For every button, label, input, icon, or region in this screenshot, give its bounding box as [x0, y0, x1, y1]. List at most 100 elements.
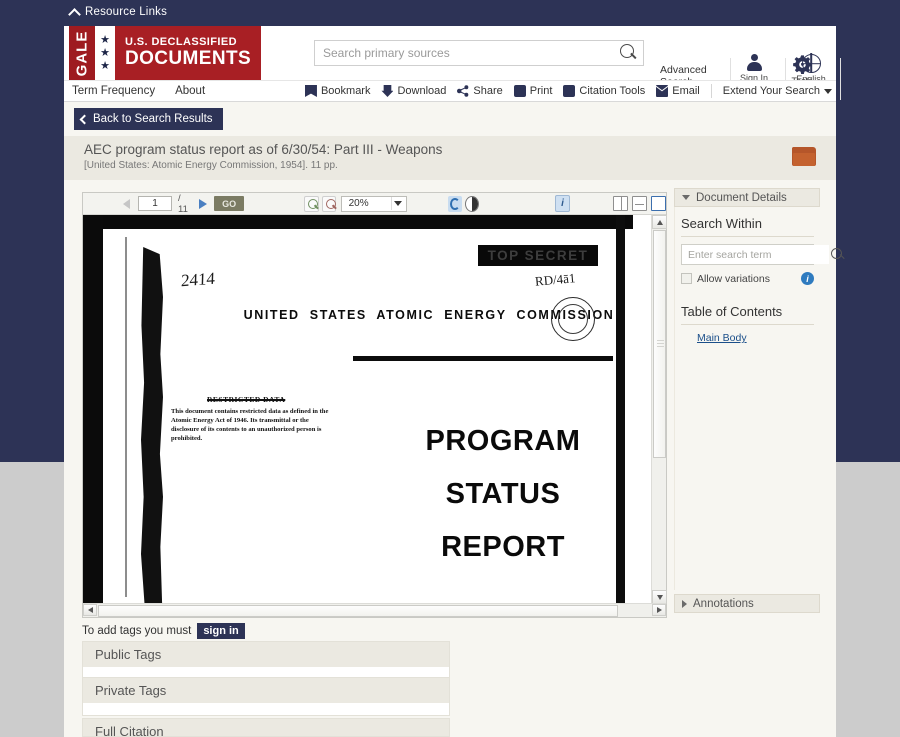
- scan-right-edge: [616, 215, 625, 604]
- scan-left-edge: [83, 215, 103, 604]
- search-within-title: Search Within: [681, 213, 814, 237]
- scrollbar-grip: [657, 340, 664, 348]
- share-label: Share: [473, 85, 503, 97]
- chevron-left-icon: [79, 114, 90, 124]
- bookmark-button[interactable]: Bookmark: [304, 85, 371, 97]
- bookmark-label: Bookmark: [320, 85, 371, 97]
- fit-page-icon[interactable]: [651, 196, 666, 211]
- document-details-header[interactable]: Document Details: [674, 188, 820, 207]
- arrow-left-icon: [87, 607, 93, 613]
- full-citation-title[interactable]: Full Citation: [83, 719, 449, 736]
- contrast-icon[interactable]: [465, 195, 480, 212]
- print-button[interactable]: Print: [513, 85, 552, 97]
- document-details-panel: Document Details Search Within Allow var…: [674, 188, 842, 613]
- private-tags-body: [83, 703, 449, 715]
- share-button[interactable]: Share: [457, 85, 503, 97]
- go-button[interactable]: GO: [214, 196, 245, 211]
- zoom-out-icon[interactable]: [321, 195, 336, 212]
- logo-gale-block: GALE: [69, 26, 95, 80]
- public-tags-title[interactable]: Public Tags: [83, 642, 449, 667]
- term-frequency-link[interactable]: Term Frequency: [72, 85, 155, 97]
- download-button[interactable]: Download: [381, 85, 446, 97]
- header-divider: [840, 58, 841, 100]
- vertical-scrollbar-thumb[interactable]: [653, 230, 666, 458]
- zoom-in-icon[interactable]: [304, 195, 319, 212]
- extend-your-search-menu[interactable]: Extend Your Search: [723, 85, 832, 97]
- email-button[interactable]: Email: [655, 85, 700, 97]
- logo-line-2: DOCUMENTS: [125, 48, 252, 69]
- zoom-level-value: 20%: [348, 198, 369, 209]
- logo-stars: ★ ★ ★: [95, 26, 115, 80]
- allow-variations-row: Allow variations: [681, 272, 814, 285]
- sign-in-link[interactable]: sign in: [197, 623, 245, 639]
- citation-tools-label: Citation Tools: [579, 85, 646, 97]
- document-utility-bar: Term Frequency About Bookmark Download S…: [64, 80, 836, 102]
- scan-title-line-3: REPORT: [441, 531, 565, 563]
- private-tags-title[interactable]: Private Tags: [83, 678, 449, 703]
- scan-thin-line: [125, 237, 127, 597]
- scan-report-title: PROGRAM STATUS REPORT: [403, 415, 603, 574]
- page-number-input[interactable]: [138, 196, 172, 211]
- arrow-right-icon: [656, 607, 662, 613]
- utility-right-actions: Bookmark Download Share Print Citation T…: [304, 84, 832, 98]
- info-icon[interactable]: [555, 195, 571, 212]
- scan-ink-blob: [141, 247, 163, 604]
- two-page-layout-icon[interactable]: [613, 196, 629, 211]
- share-icon: [457, 85, 469, 97]
- printer-icon: [513, 85, 526, 97]
- about-link[interactable]: About: [175, 85, 205, 97]
- scan-restricted-heading: RESTRICTED DATA: [207, 395, 286, 404]
- folder-icon[interactable]: [792, 147, 816, 166]
- scan-classification-stamp: TOP SECRET: [478, 245, 598, 266]
- search-icon[interactable]: [617, 42, 639, 64]
- document-page-canvas[interactable]: 2414 TOP SECRET RD/4ā1 UNITED STATES ATO…: [83, 215, 651, 604]
- allow-variations-checkbox[interactable]: [681, 273, 692, 284]
- annotations-header[interactable]: Annotations: [674, 594, 820, 613]
- back-to-search-results-button[interactable]: Back to Search Results: [74, 108, 223, 130]
- document-details-body: Search Within Allow variations Table of …: [674, 207, 842, 590]
- next-page-button[interactable]: [199, 198, 208, 209]
- scroll-down-button[interactable]: [652, 590, 667, 604]
- allow-variations-label: Allow variations: [697, 272, 770, 285]
- annotations-label: Annotations: [693, 597, 754, 610]
- document-citation-line: [United States: Atomic Energy Commission…: [84, 160, 338, 171]
- scroll-left-button[interactable]: [83, 604, 97, 616]
- scroll-right-button[interactable]: [652, 604, 666, 616]
- horizontal-scrollbar-thumb[interactable]: [98, 605, 618, 617]
- citation-icon: [563, 85, 576, 97]
- zoom-level-select[interactable]: 20%: [340, 195, 407, 212]
- email-icon: [655, 85, 669, 97]
- scan-top-edge: [103, 215, 633, 229]
- folder-tab: [792, 147, 802, 151]
- scan-document-number: 2414: [180, 268, 216, 291]
- scroll-up-button[interactable]: [652, 215, 667, 229]
- document-title-band: AEC program status report as of 6/30/54:…: [64, 136, 836, 180]
- info-icon[interactable]: [801, 272, 814, 285]
- search-within-input[interactable]: [682, 245, 829, 264]
- rotate-icon[interactable]: [448, 195, 463, 212]
- previous-page-button[interactable]: [123, 198, 130, 209]
- gale-logo[interactable]: GALE ★ ★ ★ U.S. DECLASSIFIED DOCUMENTS: [69, 26, 262, 80]
- public-tags-block: Public Tags: [82, 641, 450, 680]
- row-layout-icon[interactable]: [632, 196, 648, 211]
- star-icon: ★: [100, 60, 110, 72]
- resource-links-toggle[interactable]: Resource Links: [68, 6, 167, 21]
- viewer-toolbar: / 11 GO 20%: [83, 193, 666, 215]
- viewer-horizontal-scrollbar[interactable]: [83, 603, 666, 617]
- download-label: Download: [397, 85, 447, 97]
- scan-restricted-body: This document contains restricted data a…: [171, 408, 329, 442]
- toc-item-main-body[interactable]: Main Body: [697, 332, 814, 344]
- arrow-down-icon: [656, 594, 663, 600]
- page-title: AEC program status report as of 6/30/54:…: [84, 142, 443, 157]
- primary-search-box[interactable]: [314, 40, 644, 66]
- scanned-document-page: 2414 TOP SECRET RD/4ā1 UNITED STATES ATO…: [83, 215, 633, 604]
- document-details-label: Document Details: [696, 191, 787, 204]
- viewer-vertical-scrollbar[interactable]: [651, 215, 667, 604]
- page-total-label: / 11: [178, 192, 188, 215]
- add-tags-note-text: To add tags you must: [82, 625, 192, 637]
- search-within-box[interactable]: [681, 244, 842, 265]
- citation-tools-button[interactable]: Citation Tools: [563, 85, 645, 97]
- scan-rd-marking: RD/4ā1: [534, 270, 576, 289]
- search-input[interactable]: [315, 41, 617, 65]
- scan-title-line-1: PROGRAM: [425, 425, 581, 457]
